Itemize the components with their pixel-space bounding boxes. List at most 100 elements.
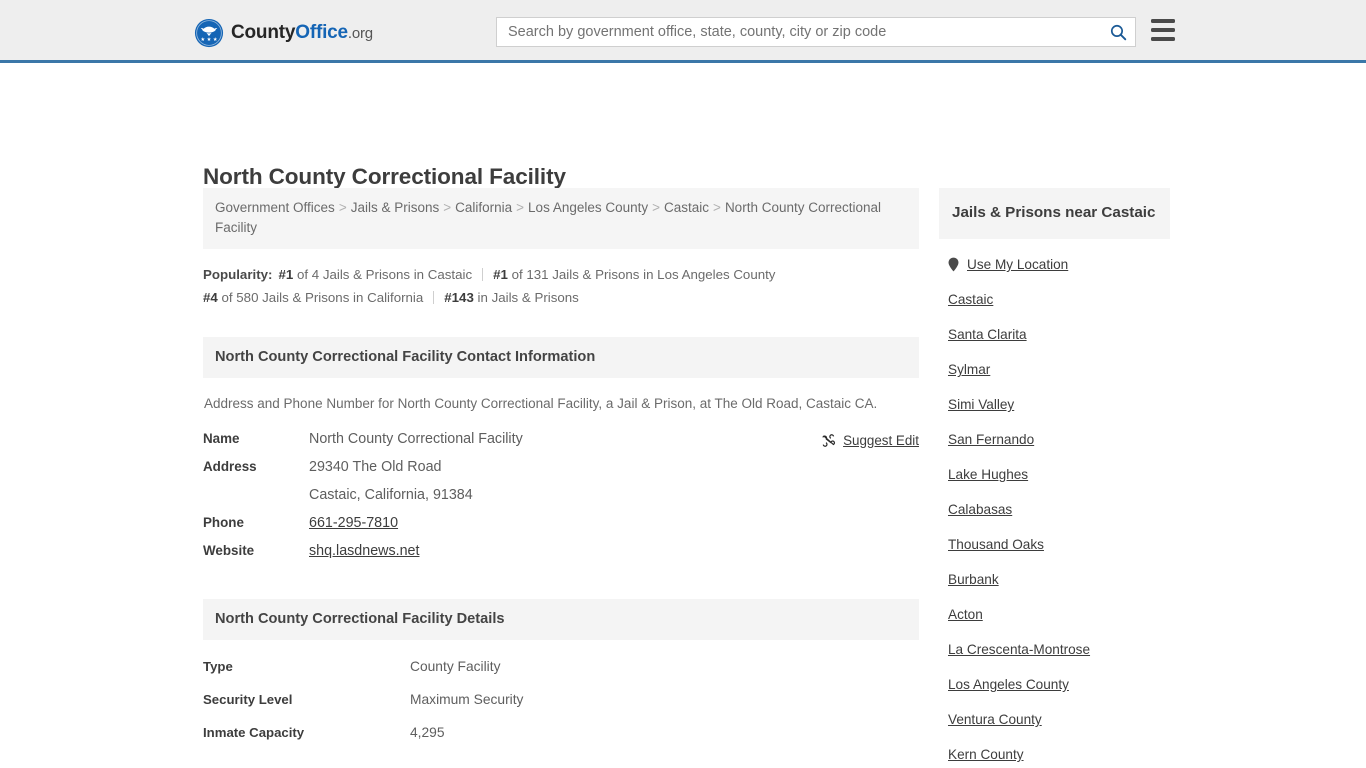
breadcrumb-separator: > xyxy=(713,200,721,215)
sidebar-heading: Jails & Prisons near Castaic xyxy=(939,188,1170,239)
sidebar-item-label[interactable]: Kern County xyxy=(948,747,1024,762)
contact-detail-table: Suggest Edit Name North County Correctio… xyxy=(203,431,919,559)
sidebar-item-thousand-oaks[interactable]: Thousand Oaks xyxy=(939,527,1170,562)
contact-row-key: Name xyxy=(203,431,240,446)
sidebar-item-label[interactable]: Burbank xyxy=(948,572,999,587)
sidebar-item-kern-county[interactable]: Kern County xyxy=(939,737,1170,768)
popularity-divider xyxy=(482,268,484,281)
sidebar-item-sylmar[interactable]: Sylmar xyxy=(939,352,1170,387)
popularity-item-0: #1 of 4 Jails & Prisons in Castaic xyxy=(278,267,472,282)
contact-row-value: 661-295-7810 xyxy=(309,515,398,531)
popularity-divider xyxy=(433,291,435,304)
sidebar-item-label[interactable]: Acton xyxy=(948,607,983,622)
hamburger-bar xyxy=(1151,19,1175,23)
sidebar-item-label[interactable]: Los Angeles County xyxy=(948,677,1069,692)
details-row-key: Inmate Capacity xyxy=(203,725,305,740)
site-header: CountyOffice.org xyxy=(0,0,1366,63)
popularity-rest: of 4 Jails & Prisons in Castaic xyxy=(293,267,473,282)
sidebar-item-label[interactable]: Ventura County xyxy=(948,712,1042,727)
edit-pencil-icon xyxy=(822,434,836,447)
search-input[interactable] xyxy=(497,18,1101,46)
details-row-key: Security Level xyxy=(203,692,293,707)
contact-row-website: Website shq.lasdnews.net xyxy=(203,543,919,559)
details-row-type: Type County Facility xyxy=(203,659,919,674)
breadcrumb-separator: > xyxy=(652,200,661,215)
sidebar-item-label[interactable]: Use My Location xyxy=(967,257,1068,272)
contact-row-key: Website xyxy=(203,543,255,558)
facility-details-table: Type County Facility Security Level Maxi… xyxy=(203,659,919,740)
breadcrumb-separator: > xyxy=(338,200,347,215)
page-title: North County Correctional Facility xyxy=(203,164,566,190)
popularity-rank: #4 xyxy=(203,290,218,305)
search-button[interactable] xyxy=(1101,18,1135,46)
logo-wordmark: CountyOffice.org xyxy=(231,22,373,44)
logo-text-county: County xyxy=(231,22,296,43)
breadcrumb-item-0[interactable]: Government Offices xyxy=(215,200,335,215)
breadcrumb-item-3[interactable]: Los Angeles County xyxy=(528,200,648,215)
popularity-rank: #143 xyxy=(444,290,474,305)
breadcrumb-separator: > xyxy=(443,200,452,215)
contact-row-value: Castaic, California, 91384 xyxy=(309,487,473,503)
logo-text-office: Office xyxy=(295,22,348,43)
sidebar-item-label[interactable]: San Fernando xyxy=(948,432,1034,447)
contact-row-name: Name North County Correctional Facility xyxy=(203,431,919,447)
sidebar-item-label[interactable]: Castaic xyxy=(948,292,993,307)
hamburger-menu-icon[interactable] xyxy=(1151,19,1175,41)
details-row-key: Type xyxy=(203,659,233,674)
main-content: Government Offices > Jails & Prisons > Calif… xyxy=(203,188,919,768)
popularity-rest: in Jails & Prisons xyxy=(473,290,579,305)
contact-row-value: shq.lasdnews.net xyxy=(309,543,419,559)
sidebar-item-label[interactable]: Santa Clarita xyxy=(948,327,1027,342)
sidebar-item-burbank[interactable]: Burbank xyxy=(939,562,1170,597)
sidebar-item-label[interactable]: Lake Hughes xyxy=(948,467,1028,482)
search-icon xyxy=(1110,24,1126,40)
breadcrumb-item-2[interactable]: California xyxy=(455,200,512,215)
details-row-security-level: Security Level Maximum Security xyxy=(203,692,919,707)
website-link[interactable]: shq.lasdnews.net xyxy=(309,543,419,559)
map-pin-icon xyxy=(948,257,959,272)
hamburger-bar xyxy=(1151,37,1175,41)
sidebar-item-santa-clarita[interactable]: Santa Clarita xyxy=(939,317,1170,352)
breadcrumb-item-1[interactable]: Jails & Prisons xyxy=(351,200,440,215)
sidebar-item-calabasas[interactable]: Calabasas xyxy=(939,492,1170,527)
sidebar-item-label[interactable]: Thousand Oaks xyxy=(948,537,1044,552)
hamburger-bar xyxy=(1151,28,1175,32)
sidebar-item-label[interactable]: Simi Valley xyxy=(948,397,1014,412)
contact-row-value: North County Correctional Facility xyxy=(309,431,523,447)
breadcrumb-separator: > xyxy=(516,200,525,215)
suggest-edit-button[interactable]: Suggest Edit xyxy=(821,433,919,448)
details-row-inmate-capacity: Inmate Capacity 4,295 xyxy=(203,725,919,740)
sidebar-item-use-my-location[interactable]: Use My Location xyxy=(939,247,1170,282)
contact-description: Address and Phone Number for North Count… xyxy=(204,396,878,411)
sidebar-item-los-angeles-county[interactable]: Los Angeles County xyxy=(939,667,1170,702)
sidebar-item-simi-valley[interactable]: Simi Valley xyxy=(939,387,1170,422)
sidebar-item-label[interactable]: Sylmar xyxy=(948,362,990,377)
sidebar-item-label[interactable]: La Crescenta-Montrose xyxy=(948,642,1090,657)
contact-row-key: Phone xyxy=(203,515,244,530)
contact-section-header: North County Correctional Facility Conta… xyxy=(203,337,919,378)
contact-row-address: Address 29340 The Old Road xyxy=(203,459,919,475)
breadcrumb-item-4[interactable]: Castaic xyxy=(664,200,709,215)
details-section-header: North County Correctional Facility Detai… xyxy=(203,599,919,640)
suggest-edit-label[interactable]: Suggest Edit xyxy=(843,433,919,448)
sidebar-item-lake-hughes[interactable]: Lake Hughes xyxy=(939,457,1170,492)
phone-link[interactable]: 661-295-7810 xyxy=(309,515,398,531)
popularity-row: Popularity: #1 of 4 Jails & Prisons in Ca… xyxy=(203,263,919,309)
site-logo[interactable]: CountyOffice.org xyxy=(194,18,373,48)
popularity-rest: of 131 Jails & Prisons in Los Angeles Co… xyxy=(507,267,776,282)
popularity-item-2: #4 of 580 Jails & Prisons in California xyxy=(203,290,423,305)
sidebar-link-list: Use My Location Castaic Santa Clarita Sy… xyxy=(939,239,1170,768)
search-bar[interactable] xyxy=(496,17,1136,47)
sidebar-item-acton[interactable]: Acton xyxy=(939,597,1170,632)
sidebar-item-castaic[interactable]: Castaic xyxy=(939,282,1170,317)
sidebar-item-ventura-county[interactable]: Ventura County xyxy=(939,702,1170,737)
contact-row-address-line2: Castaic, California, 91384 xyxy=(203,487,919,503)
sidebar-item-san-fernando[interactable]: San Fernando xyxy=(939,422,1170,457)
popularity-item-1: #1 of 131 Jails & Prisons in Los Angeles… xyxy=(493,267,775,282)
sidebar-item-label[interactable]: Calabasas xyxy=(948,502,1012,517)
contact-row-phone: Phone 661-295-7810 xyxy=(203,515,919,531)
sidebar-item-la-crescenta-montrose[interactable]: La Crescenta-Montrose xyxy=(939,632,1170,667)
